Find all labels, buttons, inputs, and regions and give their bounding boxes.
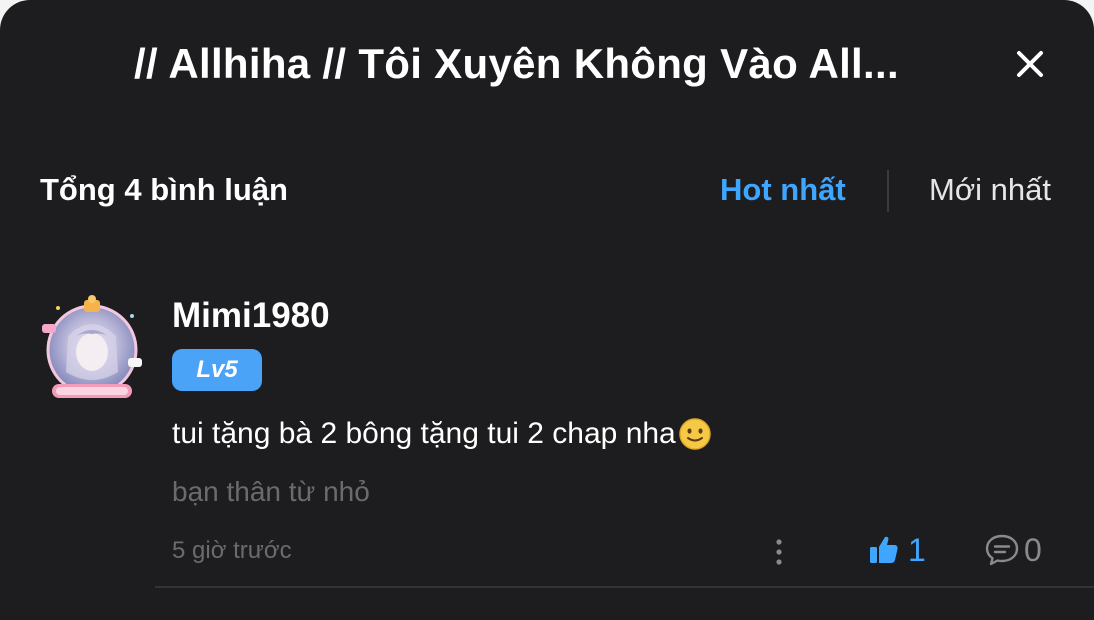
reply-button[interactable]: 0 — [984, 530, 1042, 570]
avatar-frame-icon — [42, 295, 142, 398]
comments-summary-bar: Tổng 4 bình luận Hot nhất Mới nhất — [0, 166, 1094, 216]
more-options-button[interactable] — [766, 534, 792, 570]
close-button[interactable] — [1010, 44, 1050, 84]
comment-count-label: Tổng 4 bình luận — [40, 172, 288, 207]
comment-divider — [155, 586, 1094, 588]
like-button[interactable]: 1 — [868, 530, 926, 570]
slightly-smiling-face-icon — [679, 418, 711, 450]
comment-timestamp: 5 giờ trước — [172, 537, 292, 564]
close-icon — [1017, 51, 1043, 77]
comment-bubble-icon — [985, 534, 1019, 566]
comment-body: tui tặng bà 2 bông tặng tui 2 chap nha — [172, 417, 712, 451]
comment-text: tui tặng bà 2 bông tặng tui 2 chap nha — [172, 417, 676, 450]
sort-tab-hot[interactable]: Hot nhất — [720, 172, 846, 208]
thumbs-up-icon — [870, 536, 898, 563]
comment-item: Mimi1980 Lv5 tui tặng bà 2 bông tặng tui… — [0, 280, 1094, 600]
level-badge: Lv5 — [172, 349, 262, 391]
page-title: // Allhiha // Tôi Xuyên Không Vào All... — [134, 40, 899, 87]
sort-divider — [887, 170, 889, 212]
comment-username[interactable]: Mimi1980 — [172, 296, 330, 336]
sort-tab-newest[interactable]: Mới nhất — [929, 172, 1051, 208]
sheet-header: // Allhiha // Tôi Xuyên Không Vào All... — [0, 0, 1094, 130]
user-signature: bạn thân từ nhỏ — [172, 476, 370, 507]
avatar[interactable] — [38, 292, 146, 408]
comments-sheet: // Allhiha // Tôi Xuyên Không Vào All...… — [0, 0, 1094, 620]
reply-count: 0 — [1024, 531, 1042, 568]
like-count: 1 — [908, 531, 926, 568]
more-vertical-icon — [776, 539, 782, 565]
